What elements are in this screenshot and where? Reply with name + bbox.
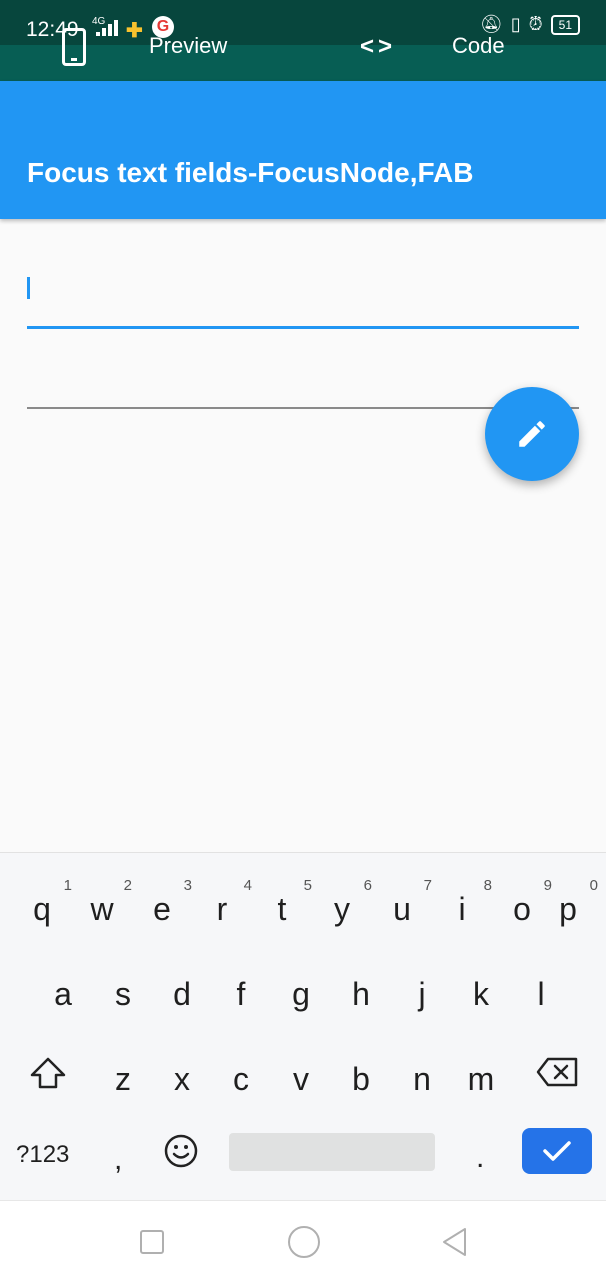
symbols-key[interactable]: ?123: [16, 1141, 69, 1169]
page-title: Focus text fields-FocusNode,FAB: [27, 157, 474, 188]
key-m[interactable]: m: [451, 1033, 511, 1103]
key-x[interactable]: x: [152, 1033, 212, 1103]
status-bar: 12:49 4G ✚ G 🔕︎ ▯ ⏰︎ 51 Preview <> Code: [0, 0, 606, 81]
back-icon[interactable]: [440, 1226, 468, 1258]
key-u[interactable]: 7u: [380, 863, 440, 933]
key-label: t: [277, 891, 287, 927]
key-label: v: [293, 1061, 309, 1097]
key-r[interactable]: 4r: [200, 863, 260, 933]
key-j[interactable]: j: [392, 948, 452, 1018]
key-label: x: [174, 1061, 190, 1097]
emoji-icon[interactable]: [163, 1133, 199, 1169]
key-v[interactable]: v: [271, 1033, 331, 1103]
key-i[interactable]: 8i: [440, 863, 500, 933]
app-bar: Focus text fields-FocusNode,FAB: [0, 81, 606, 219]
key-t[interactable]: 5t: [260, 863, 320, 933]
key-label: z: [115, 1061, 131, 1097]
key-label: l: [537, 976, 545, 1012]
key-label: r: [216, 891, 228, 927]
key-label: q: [33, 891, 51, 927]
check-icon: [543, 1141, 571, 1161]
key-label: u: [393, 891, 411, 927]
key-k[interactable]: k: [451, 948, 511, 1018]
key-label: m: [467, 1061, 495, 1097]
toolbar-stripe: [0, 45, 606, 81]
key-c[interactable]: c: [211, 1033, 271, 1103]
key-label: a: [54, 976, 72, 1012]
key-s[interactable]: s: [93, 948, 153, 1018]
key-b[interactable]: b: [331, 1033, 391, 1103]
key-a[interactable]: a: [33, 948, 93, 1018]
enter-key[interactable]: [522, 1128, 592, 1174]
keyboard-row-3: z x c v b n m: [0, 1033, 606, 1103]
key-label: i: [458, 891, 466, 927]
key-label: k: [473, 976, 489, 1012]
key-label: h: [352, 976, 370, 1012]
first-text-field[interactable]: [27, 255, 579, 329]
backspace-icon[interactable]: [536, 1057, 578, 1087]
key-label: p: [559, 891, 577, 927]
code-tab[interactable]: Code: [452, 33, 505, 59]
mute-icon: 🔕︎: [479, 14, 503, 34]
key-z[interactable]: z: [93, 1033, 153, 1103]
battery-indicator: 51: [550, 14, 580, 35]
key-label: c: [233, 1061, 249, 1097]
recent-apps-icon[interactable]: [140, 1230, 164, 1254]
home-icon[interactable]: [288, 1226, 320, 1258]
status-icons: 🔕︎ ▯ ⏰︎ 51: [480, 14, 580, 35]
key-n[interactable]: n: [392, 1033, 452, 1103]
key-label: g: [292, 976, 310, 1012]
key-p[interactable]: 0p: [546, 863, 606, 933]
alarm-icon: ⏰︎: [528, 14, 543, 34]
key-label: n: [413, 1061, 431, 1097]
shift-icon[interactable]: [28, 1053, 68, 1093]
signal-icon: [96, 20, 118, 36]
soft-keyboard: 1q 2w 3e 4r 5t 6y 7u 8i 9o 0p a s d f g …: [0, 852, 606, 1200]
code-icon[interactable]: <>: [360, 33, 396, 61]
key-h[interactable]: h: [331, 948, 391, 1018]
period-key[interactable]: .: [476, 1141, 484, 1175]
edit-fab-button[interactable]: [485, 387, 579, 481]
system-nav-bar: [0, 1200, 606, 1280]
key-q[interactable]: 1q: [20, 863, 80, 933]
key-label: f: [236, 976, 246, 1012]
key-w[interactable]: 2w: [80, 863, 140, 933]
space-key[interactable]: [229, 1133, 435, 1171]
comma-key[interactable]: ,: [114, 1143, 122, 1177]
key-label: b: [352, 1061, 370, 1097]
app-notification-icon: ✚: [126, 20, 143, 42]
keyboard-row-1: 1q 2w 3e 4r 5t 6y 7u 8i 9o 0p: [0, 863, 606, 933]
key-label: s: [115, 976, 131, 1012]
edit-icon: [519, 421, 545, 447]
keyboard-row-2: a s d f g h j k l: [0, 948, 606, 1018]
key-label: e: [153, 891, 171, 927]
key-d[interactable]: d: [152, 948, 212, 1018]
key-e[interactable]: 3e: [140, 863, 200, 933]
device-preview-icon[interactable]: [62, 28, 86, 66]
preview-tab[interactable]: Preview: [149, 33, 227, 59]
key-y[interactable]: 6y: [320, 863, 380, 933]
vibrate-icon: ▯: [510, 14, 521, 34]
text-cursor: [27, 277, 30, 299]
key-label: w: [90, 891, 114, 927]
key-g[interactable]: g: [271, 948, 331, 1018]
key-label: j: [418, 976, 426, 1012]
key-l[interactable]: l: [511, 948, 571, 1018]
key-label: y: [334, 891, 350, 927]
key-f[interactable]: f: [211, 948, 271, 1018]
key-label: d: [173, 976, 191, 1012]
